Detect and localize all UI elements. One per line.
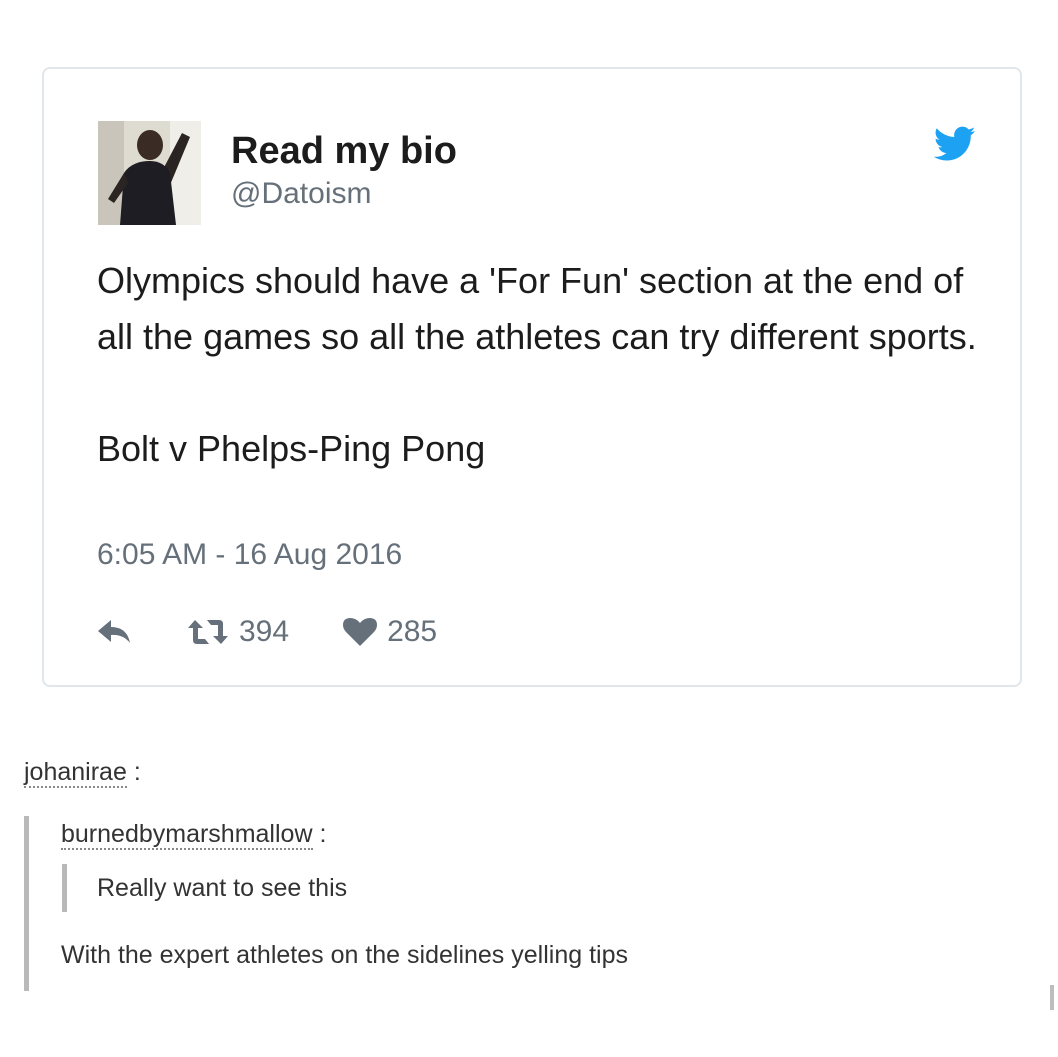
like-button[interactable]: 285 xyxy=(343,615,437,649)
tweet-paragraph-1: Olympics should have a 'For Fun' section… xyxy=(97,260,977,357)
user-handle[interactable]: @Datoism xyxy=(231,177,371,211)
reblog-username-inner: burnedbymarshmallow : xyxy=(61,820,327,850)
display-name[interactable]: Read my bio xyxy=(231,130,457,173)
edge-divider xyxy=(1050,985,1054,1010)
tweet-timestamp[interactable]: 6:05 AM - 16 Aug 2016 xyxy=(97,538,402,572)
inner-username-separator: : xyxy=(319,820,327,848)
reblog-quote-inner: Really want to see this xyxy=(62,864,347,912)
reply-arrow-icon xyxy=(97,619,131,645)
tweet-text: Olympics should have a 'For Fun' section… xyxy=(97,253,977,477)
tweet-card: Read my bio @Datoism Olympics should hav… xyxy=(42,67,1022,687)
outer-username-link[interactable]: johanirae xyxy=(24,758,127,788)
reblog-thread: johanirae : burnedbymarshmallow : Really… xyxy=(24,758,1004,991)
like-count: 285 xyxy=(387,615,438,648)
twitter-bird-icon[interactable] xyxy=(933,126,976,162)
reply-button[interactable] xyxy=(97,619,131,645)
reblog-quote-outer: burnedbymarshmallow : Really want to see… xyxy=(24,816,844,991)
tweet-paragraph-2: Bolt v Phelps-Ping Pong xyxy=(97,428,486,469)
inner-username-link[interactable]: burnedbymarshmallow xyxy=(61,820,313,850)
heart-icon xyxy=(343,617,378,647)
retweet-count: 394 xyxy=(239,615,290,648)
tweet-actions: 394 285 xyxy=(97,612,437,652)
retweet-icon xyxy=(187,618,229,646)
reblog-username-outer: johanirae : xyxy=(24,758,1004,788)
outer-username-separator: : xyxy=(133,758,141,786)
avatar[interactable] xyxy=(98,121,201,225)
reblog-reply-text: With the expert athletes on the sideline… xyxy=(61,941,628,969)
retweet-button[interactable]: 394 xyxy=(187,615,289,649)
